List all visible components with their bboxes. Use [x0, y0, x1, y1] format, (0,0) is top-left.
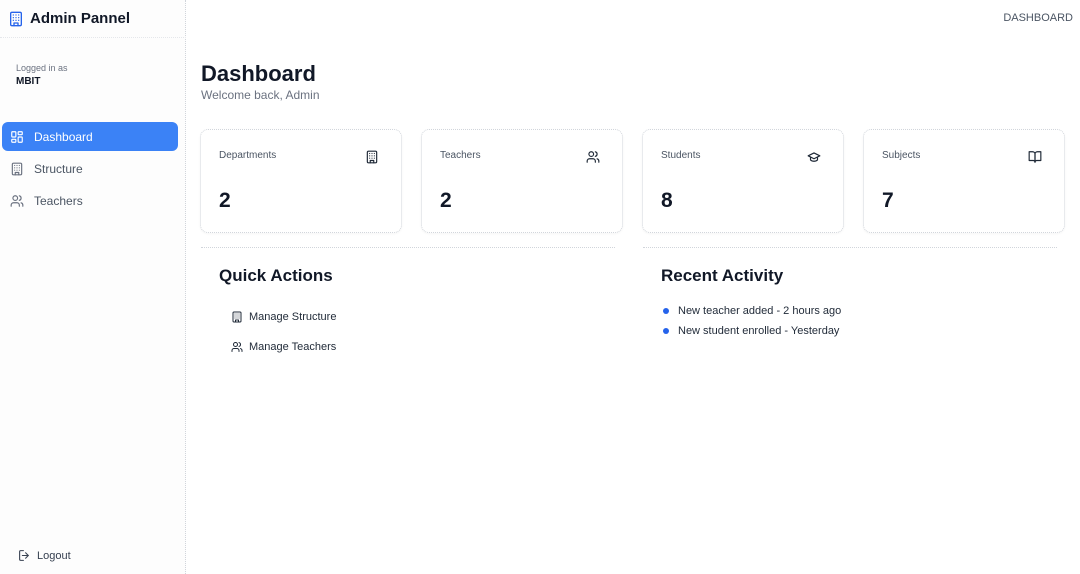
action-label: Manage Structure	[249, 311, 337, 323]
page-subtitle: Welcome back, Admin	[201, 88, 320, 102]
users-icon	[10, 194, 24, 208]
stat-card-teachers: Teachers 2	[421, 129, 623, 233]
sidebar-item-label: Structure	[34, 161, 83, 176]
activity-text: New student enrolled - Yesterday	[678, 325, 840, 337]
stat-label: Departments	[219, 150, 277, 161]
login-label: Logged in as	[16, 63, 68, 73]
sidebar-item-dashboard[interactable]: Dashboard	[2, 122, 178, 151]
sidebar-item-structure[interactable]: Structure	[2, 154, 178, 183]
stat-label: Teachers	[440, 150, 481, 161]
dashboard-grid-icon	[10, 130, 24, 144]
brand[interactable]: Admin Pannel	[0, 0, 186, 38]
logged-in-user: MBIT	[16, 76, 41, 87]
activity-dot	[663, 308, 669, 314]
sidebar: Admin Pannel Logged in as MBIT Dashboard…	[0, 0, 186, 574]
breadcrumb[interactable]: DASHBOARD	[1003, 12, 1073, 24]
activity-text: New teacher added - 2 hours ago	[678, 305, 842, 317]
stat-card-subjects: Subjects 7	[863, 129, 1065, 233]
building-icon	[365, 150, 379, 164]
users-icon	[231, 341, 243, 353]
building-icon	[10, 162, 24, 176]
stat-label: Students	[661, 150, 701, 161]
stat-label: Subjects	[882, 150, 921, 161]
stat-value: 2	[440, 189, 452, 212]
building-icon	[231, 311, 243, 323]
sidebar-item-teachers[interactable]: Teachers	[2, 186, 178, 215]
logout-label: Logout	[37, 549, 71, 562]
book-open-icon	[1028, 150, 1042, 164]
recent-activity-panel: Recent Activity New teacher added - 2 ho…	[643, 247, 1057, 377]
sidebar-nav: Dashboard Structure Teachers	[0, 122, 186, 218]
users-icon	[586, 150, 600, 164]
action-label: Manage Teachers	[249, 341, 337, 353]
recent-activity-title: Recent Activity	[661, 266, 784, 285]
app-title: Admin Pannel	[30, 10, 131, 27]
login-info: Logged in as MBIT	[16, 63, 68, 87]
logout-button[interactable]: Logout	[18, 549, 71, 562]
stat-value: 7	[882, 189, 894, 212]
stat-value: 8	[661, 189, 673, 212]
sidebar-item-label: Dashboard	[34, 129, 93, 144]
building-icon	[8, 11, 24, 27]
manage-teachers-button[interactable]: Manage Teachers	[231, 341, 336, 353]
activity-item: New student enrolled - Yesterday	[663, 325, 839, 337]
manage-structure-button[interactable]: Manage Structure	[231, 311, 336, 323]
graduation-cap-icon	[807, 150, 821, 164]
quick-actions-title: Quick Actions	[219, 266, 333, 285]
activity-item: New teacher added - 2 hours ago	[663, 305, 841, 317]
stat-card-students: Students 8	[642, 129, 844, 233]
logout-icon	[18, 549, 31, 562]
stat-value: 2	[219, 189, 231, 212]
activity-dot	[663, 328, 669, 334]
sidebar-item-label: Teachers	[34, 193, 83, 208]
stat-card-departments: Departments 2	[200, 129, 402, 233]
page-title: Dashboard	[201, 61, 316, 86]
quick-actions-panel: Quick Actions Manage Structure Manage Te…	[201, 247, 615, 377]
